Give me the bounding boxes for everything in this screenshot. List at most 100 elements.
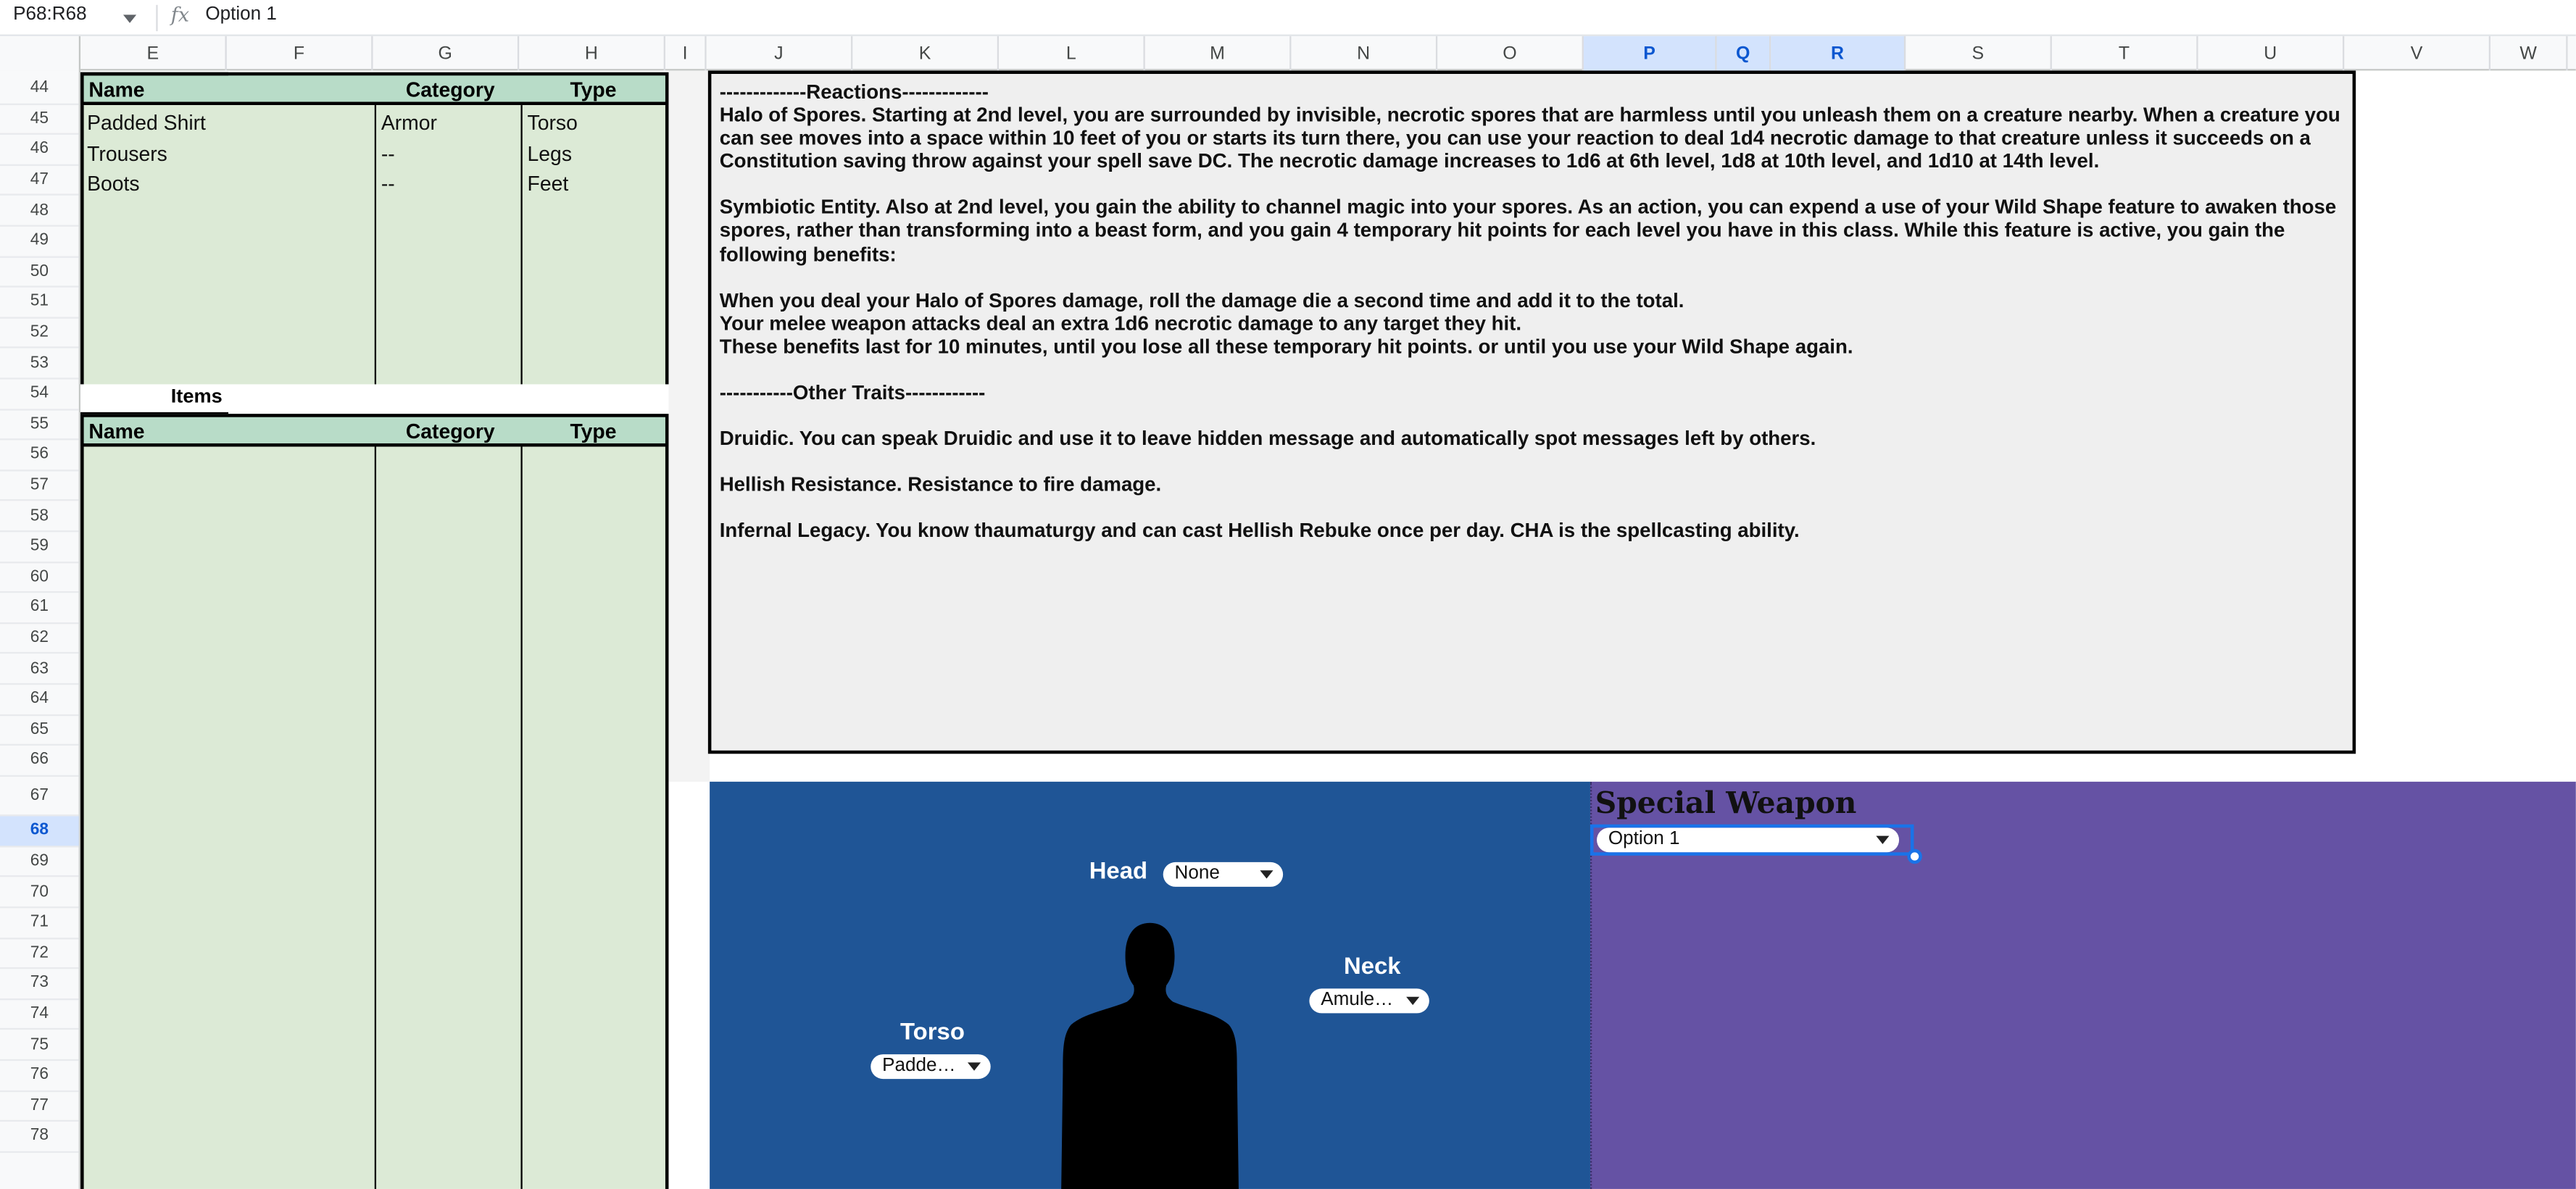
row-header-70[interactable]: 70 <box>0 877 79 909</box>
torso-slot-value[interactable]: Padde… <box>882 1056 955 1075</box>
column-header-j[interactable]: J <box>707 36 853 71</box>
equipment-category[interactable]: Armor <box>381 112 437 135</box>
head-slot-value[interactable]: None <box>1175 864 1220 883</box>
column-header-n[interactable]: N <box>1291 36 1438 71</box>
other-traits-header: -----------Other Traits------------ <box>719 380 986 404</box>
chevron-down-icon[interactable] <box>967 1062 981 1071</box>
equipment-type[interactable]: Torso <box>528 112 578 135</box>
row-header-59[interactable]: 59 <box>0 532 79 563</box>
column-header-o[interactable]: O <box>1437 36 1584 71</box>
column-header-q[interactable]: Q <box>1716 36 1771 71</box>
equipment-type[interactable]: Legs <box>528 143 572 166</box>
row-header-75[interactable]: 75 <box>0 1030 79 1061</box>
column-header-l[interactable]: L <box>999 36 1145 71</box>
equipment-name[interactable]: Padded Shirt <box>87 112 206 135</box>
row-header-bar: 44 45 46 47 48 49 50 51 52 53 54 55 56 57 58 59 60 61 62 63… <box>0 70 81 1189</box>
equipment-category[interactable]: -- <box>381 143 395 166</box>
row-header-65[interactable]: 65 <box>0 715 79 746</box>
row-header-51[interactable]: 51 <box>0 288 79 319</box>
chevron-down-icon[interactable] <box>1260 870 1274 879</box>
torso-slot-dropdown[interactable]: Padde… <box>871 1054 991 1080</box>
row-header-60[interactable]: 60 <box>0 562 79 593</box>
column-divider <box>520 446 523 1189</box>
column-header-w[interactable]: W <box>2490 36 2568 71</box>
row-header-49[interactable]: 49 <box>0 227 79 257</box>
row-header-52[interactable]: 52 <box>0 318 79 349</box>
items-table-body[interactable] <box>80 446 669 1189</box>
row-header-62[interactable]: 62 <box>0 624 79 654</box>
column-header-v[interactable]: V <box>2344 36 2491 71</box>
formula-input[interactable]: Option 1 <box>205 5 277 25</box>
name-box-dropdown-icon[interactable] <box>122 14 137 23</box>
header-type: Type <box>570 78 617 102</box>
row-header-63[interactable]: 63 <box>0 654 79 685</box>
row-header-64[interactable]: 64 <box>0 685 79 716</box>
neck-slot-value[interactable]: Amule… <box>1321 990 1393 1010</box>
equipment-category[interactable]: -- <box>381 172 395 196</box>
equipment-name[interactable]: Trousers <box>87 143 167 166</box>
traits-text-panel[interactable]: -------------Reactions------------- Halo… <box>707 70 2356 754</box>
row-header-73[interactable]: 73 <box>0 969 79 1000</box>
head-slot-dropdown[interactable]: None <box>1163 861 1284 887</box>
column-header-g[interactable]: G <box>373 36 520 71</box>
equipment-name[interactable]: Boots <box>87 172 139 196</box>
column-header-s[interactable]: S <box>1906 36 2052 71</box>
reactions-header: -------------Reactions------------- <box>719 80 989 104</box>
row-header-56[interactable]: 56 <box>0 441 79 471</box>
row-header-69[interactable]: 69 <box>0 847 79 878</box>
equipment-slots-panel: Head None Neck Amule… Torso Padde… <box>710 781 1590 1189</box>
formula-bar-divider <box>156 4 158 32</box>
row-header-67[interactable]: 67 <box>0 777 79 816</box>
neck-slot-dropdown[interactable]: Amule… <box>1309 988 1429 1014</box>
row-header-72[interactable]: 72 <box>0 939 79 969</box>
chevron-down-icon[interactable] <box>1406 996 1420 1006</box>
row-header-76[interactable]: 76 <box>0 1061 79 1092</box>
row-header-77[interactable]: 77 <box>0 1091 79 1122</box>
column-header-f[interactable]: F <box>227 36 373 71</box>
torso-slot-label: Torso <box>900 1019 965 1046</box>
special-weapon-title: Special Weapon <box>1595 786 1857 822</box>
column-header-e[interactable]: E <box>80 36 227 71</box>
row-header-57[interactable]: 57 <box>0 471 79 502</box>
column-header-i[interactable]: I <box>665 36 707 71</box>
header-category: Category <box>405 78 495 102</box>
column-header-bar: EFGHIJKLMNOPQRSTUVW <box>0 36 2576 71</box>
row-header-68[interactable]: 68 <box>0 815 79 848</box>
row-header-58[interactable]: 58 <box>0 501 79 533</box>
column-divider <box>520 105 523 385</box>
select-all-corner[interactable] <box>0 36 81 71</box>
fill-handle[interactable] <box>1907 848 1922 864</box>
fx-icon: fx <box>170 3 190 27</box>
column-header-u[interactable]: U <box>2198 36 2345 71</box>
row-header-78[interactable]: 78 <box>0 1122 79 1153</box>
row-header-47[interactable]: 47 <box>0 165 79 196</box>
row-header-48[interactable]: 48 <box>0 196 79 227</box>
druidic-text: Druidic. You can speak Druidic and use i… <box>719 427 1816 451</box>
column-header-k[interactable]: K <box>852 36 1000 71</box>
row-header-45[interactable]: 45 <box>0 104 79 135</box>
column-header-h[interactable]: H <box>519 36 665 71</box>
row-header-54[interactable]: 54 <box>0 380 79 410</box>
column-divider <box>374 105 377 385</box>
column-header-m[interactable]: M <box>1145 36 1292 71</box>
row-header-46[interactable]: 46 <box>0 135 79 166</box>
traits-text: -------------Reactions------------- Halo… <box>720 80 2346 543</box>
row-header-55[interactable]: 55 <box>0 410 79 441</box>
header-category: Category <box>405 420 495 443</box>
row-header-74[interactable]: 74 <box>0 1000 79 1030</box>
row-header-71[interactable]: 71 <box>0 908 79 939</box>
name-box-value[interactable]: P68:R68 <box>13 5 86 25</box>
row-header-53[interactable]: 53 <box>0 349 79 380</box>
row-header-50[interactable]: 50 <box>0 257 79 288</box>
row-header-61[interactable]: 61 <box>0 593 79 624</box>
column-header-p[interactable]: P <box>1583 36 1717 71</box>
equipment-type[interactable]: Feet <box>528 172 569 196</box>
cell-selection-outline <box>1590 824 1914 856</box>
column-divider <box>374 446 377 1189</box>
name-box[interactable]: P68:R68 <box>0 0 151 36</box>
formula-bar: P68:R68 fx Option 1 <box>0 0 2576 36</box>
column-header-t[interactable]: T <box>2052 36 2198 71</box>
row-header-66[interactable]: 66 <box>0 746 79 777</box>
column-header-r[interactable]: R <box>1771 36 1906 71</box>
row-header-44[interactable]: 44 <box>0 74 79 105</box>
